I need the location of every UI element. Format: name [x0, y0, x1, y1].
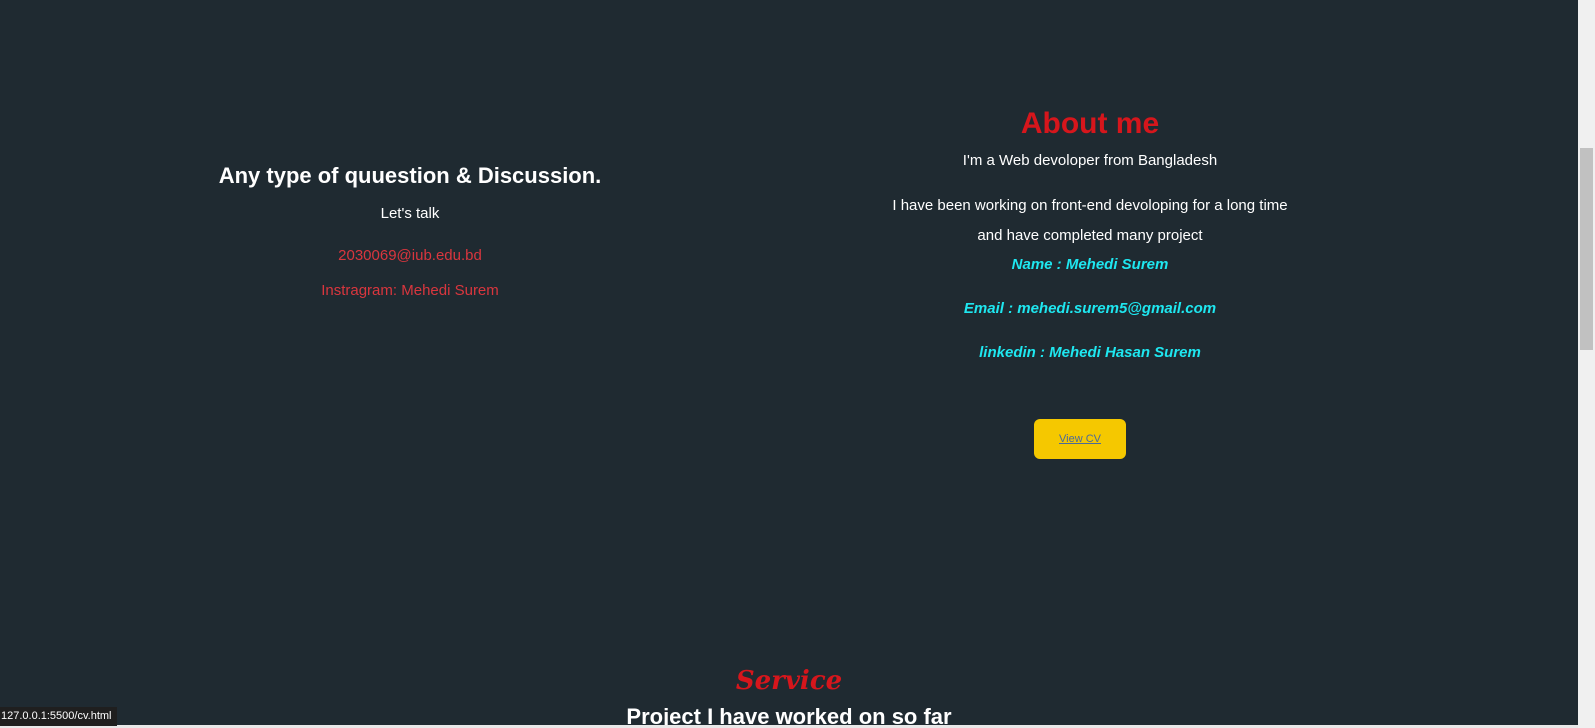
about-intro: I'm a Web devoloper from Bangladesh	[962, 152, 1218, 169]
name-info: Name : Mehedi Surem	[1011, 256, 1169, 273]
about-heading: About me	[1020, 107, 1160, 140]
email-info: Email : mehedi.surem5@gmail.com	[963, 300, 1217, 317]
linkedin-info: linkedin : Mehedi Hasan Surem	[979, 344, 1201, 361]
view-cv-button[interactable]: View CV	[1034, 419, 1126, 459]
vertical-scrollbar[interactable]	[1578, 0, 1595, 728]
discussion-section: Any type of quuestion & Discussion. Let'…	[210, 160, 610, 301]
view-cv-link[interactable]: View CV	[1059, 433, 1101, 445]
about-paragraph-line: and have completed many project	[977, 227, 1203, 244]
lets-talk-text: Let's talk	[380, 205, 440, 222]
about-paragraph-line: I have been working on front-end devolop…	[892, 197, 1288, 214]
instagram-link[interactable]: Instragram: Mehedi Surem	[210, 281, 610, 301]
service-title: Service	[735, 666, 843, 696]
about-section: About me I'm a Web devoloper from Bangla…	[870, 104, 1310, 363]
contact-email-link[interactable]: 2030069@iub.edu.bd	[210, 246, 610, 266]
discussion-heading: Any type of quuestion & Discussion.	[218, 163, 602, 188]
scrollbar-thumb[interactable]	[1580, 148, 1593, 350]
status-bar-url: 127.0.0.1:5500/cv.html	[0, 707, 118, 726]
about-paragraph: I have been working on front-end devolop…	[870, 191, 1310, 251]
page: Any type of quuestion & Discussion. Let'…	[0, 0, 1595, 728]
